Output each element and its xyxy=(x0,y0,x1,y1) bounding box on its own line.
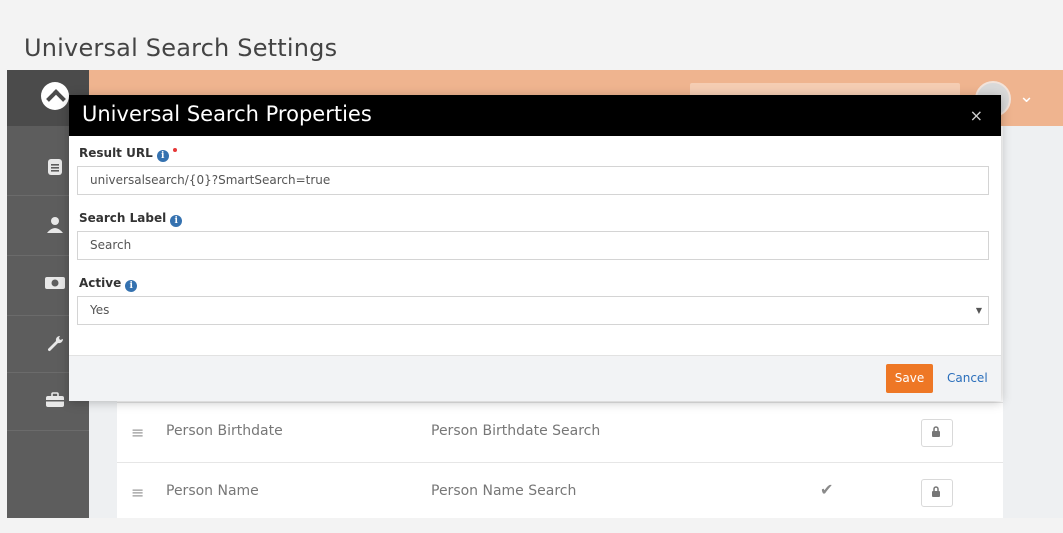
modal-header: Universal Search Properties × xyxy=(69,95,1001,136)
save-button[interactable]: Save xyxy=(886,364,933,393)
page-title: Universal Search Settings xyxy=(24,34,338,62)
close-icon[interactable]: × xyxy=(970,106,983,125)
money-icon[interactable] xyxy=(45,276,65,294)
modal-footer: Save Cancel xyxy=(69,355,1001,401)
drag-handle-icon[interactable]: ≡ xyxy=(131,483,144,502)
cancel-button[interactable]: Cancel xyxy=(947,364,988,393)
active-label-text: Active xyxy=(79,276,122,290)
search-label-field[interactable] xyxy=(90,238,976,252)
document-icon[interactable] xyxy=(45,158,65,176)
required-indicator xyxy=(172,148,177,152)
chevron-down-icon[interactable]: ⌄ xyxy=(1019,86,1034,107)
select-caret-icon[interactable]: ▼ xyxy=(976,297,982,324)
security-button[interactable] xyxy=(921,479,953,507)
result-url-label: Result URL i xyxy=(79,146,177,162)
drag-handle-icon[interactable]: ≡ xyxy=(131,423,144,442)
wrench-icon[interactable] xyxy=(45,335,65,353)
search-label-label: Search Label i xyxy=(79,211,183,227)
check-icon: ✔ xyxy=(820,480,834,499)
result-url-input[interactable] xyxy=(77,166,989,195)
table-row[interactable]: ≡ Person Name Person Name Search ✔ xyxy=(117,462,1003,518)
info-icon[interactable]: i xyxy=(156,150,169,162)
security-button[interactable] xyxy=(921,419,953,447)
sidebar-divider xyxy=(7,430,89,431)
row-description: Person Birthdate Search xyxy=(431,423,601,439)
result-url-label-text: Result URL xyxy=(79,146,153,160)
lock-icon xyxy=(932,486,940,497)
info-icon[interactable]: i xyxy=(170,215,183,227)
row-description: Person Name Search xyxy=(431,483,577,499)
active-select-value: Yes xyxy=(90,303,110,317)
table-row[interactable]: ≡ Person Birthdate Person Birthdate Sear… xyxy=(117,402,1003,463)
result-url-field[interactable] xyxy=(90,173,976,187)
lock-icon xyxy=(932,426,940,437)
rock-logo-icon[interactable] xyxy=(41,82,69,110)
active-select[interactable]: Yes ▼ xyxy=(77,296,989,325)
search-label-label-text: Search Label xyxy=(79,211,167,225)
info-icon[interactable]: i xyxy=(125,280,138,292)
search-label-input[interactable] xyxy=(77,231,989,260)
row-name: Person Birthdate xyxy=(166,423,283,439)
person-icon[interactable] xyxy=(45,216,65,234)
row-name: Person Name xyxy=(166,483,259,499)
active-label: Active i xyxy=(79,276,138,292)
modal-title: Universal Search Properties xyxy=(82,102,372,126)
briefcase-icon[interactable] xyxy=(45,392,65,410)
universal-search-properties-dialog: Universal Search Properties × Result URL… xyxy=(69,95,1001,401)
